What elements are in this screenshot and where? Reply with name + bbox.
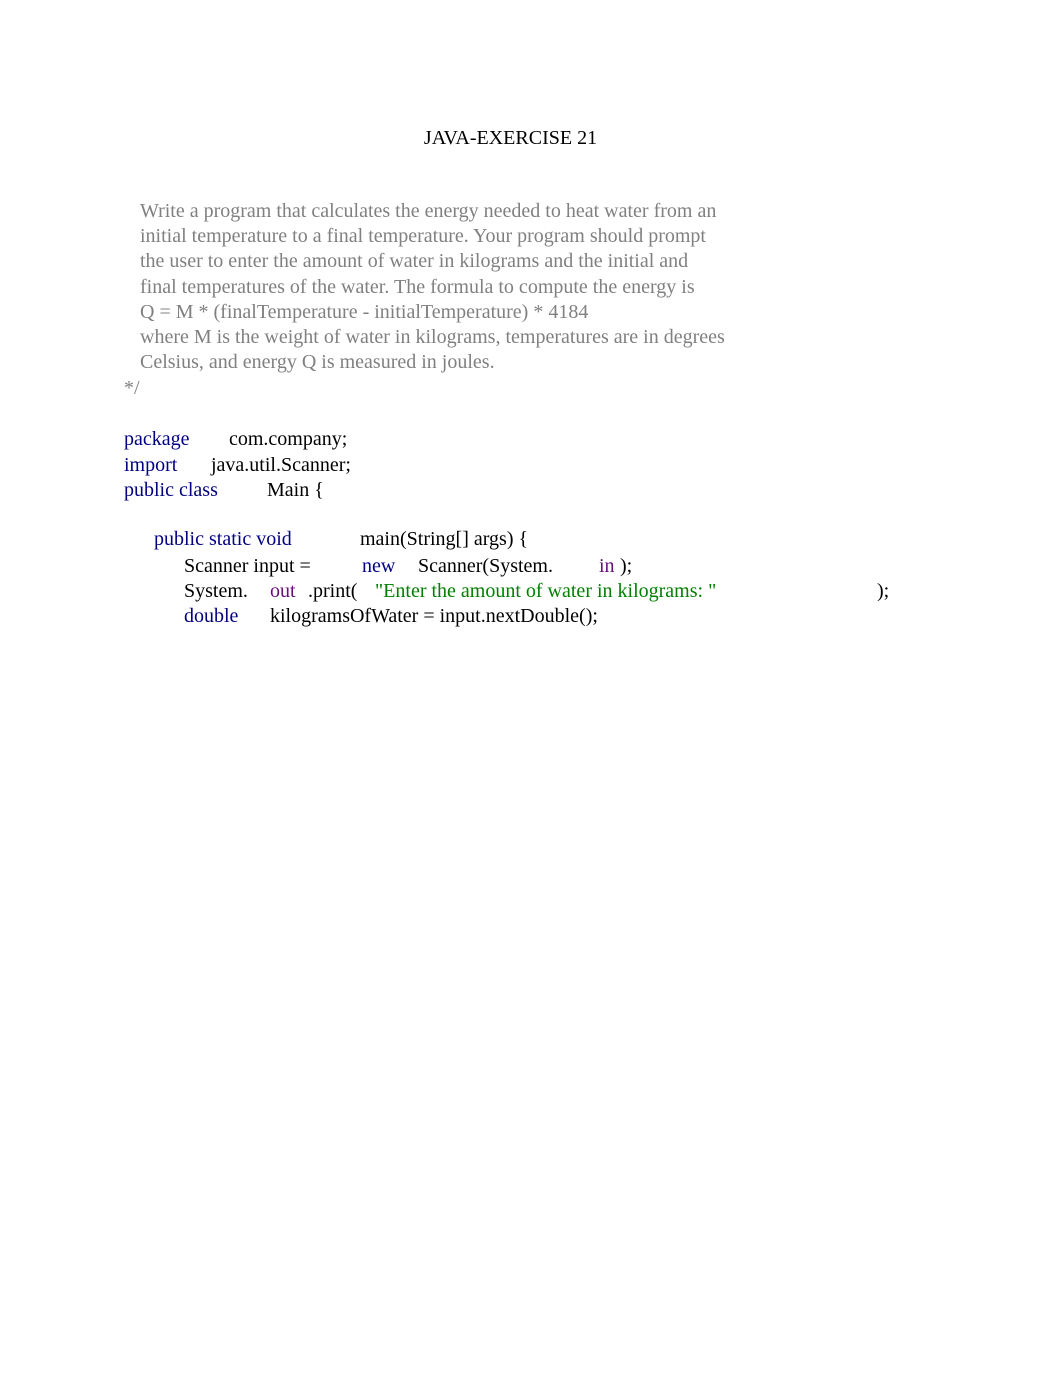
import-name: java.util.Scanner; bbox=[211, 454, 351, 476]
class-keyword: public class bbox=[124, 479, 218, 501]
package-keyword: package bbox=[124, 428, 190, 450]
method-keywords: public static void bbox=[154, 528, 292, 550]
print-string: "Enter the amount of water in kilograms:… bbox=[375, 580, 717, 602]
print-end: ); bbox=[877, 580, 890, 602]
scanner-constructor: Scanner(System. bbox=[418, 555, 553, 577]
comment-line: Write a program that calculates the ener… bbox=[140, 200, 717, 222]
comment-line: the user to enter the amount of water in… bbox=[140, 250, 689, 272]
system-class: System. bbox=[184, 580, 248, 602]
import-keyword: import bbox=[124, 454, 178, 476]
comment-line: final temperatures of the water. The for… bbox=[140, 276, 695, 298]
comment-line: where M is the weight of water in kilogr… bbox=[140, 326, 725, 348]
in-field: in bbox=[599, 555, 615, 577]
comment-line: initial temperature to a final temperatu… bbox=[140, 225, 706, 247]
scanner-end: ); bbox=[620, 555, 633, 577]
scanner-declaration: Scanner input = bbox=[184, 555, 311, 577]
out-field: out bbox=[270, 580, 296, 602]
document-title: JAVA-EXERCISE 21 bbox=[423, 127, 598, 149]
comment-line: Q = M * (finalTemperature - initialTempe… bbox=[140, 301, 589, 323]
print-call: .print( bbox=[308, 580, 358, 602]
double-statement: kilogramsOfWater = input.nextDouble(); bbox=[270, 605, 598, 627]
package-name: com.company; bbox=[229, 428, 348, 450]
new-keyword: new bbox=[362, 555, 396, 577]
double-keyword: double bbox=[184, 605, 239, 627]
class-name: Main { bbox=[267, 479, 324, 501]
comment-end: */ bbox=[124, 377, 140, 399]
method-signature: main(String[] args) { bbox=[360, 528, 529, 550]
comment-line: Celsius, and energy Q is measured in jou… bbox=[140, 351, 495, 373]
